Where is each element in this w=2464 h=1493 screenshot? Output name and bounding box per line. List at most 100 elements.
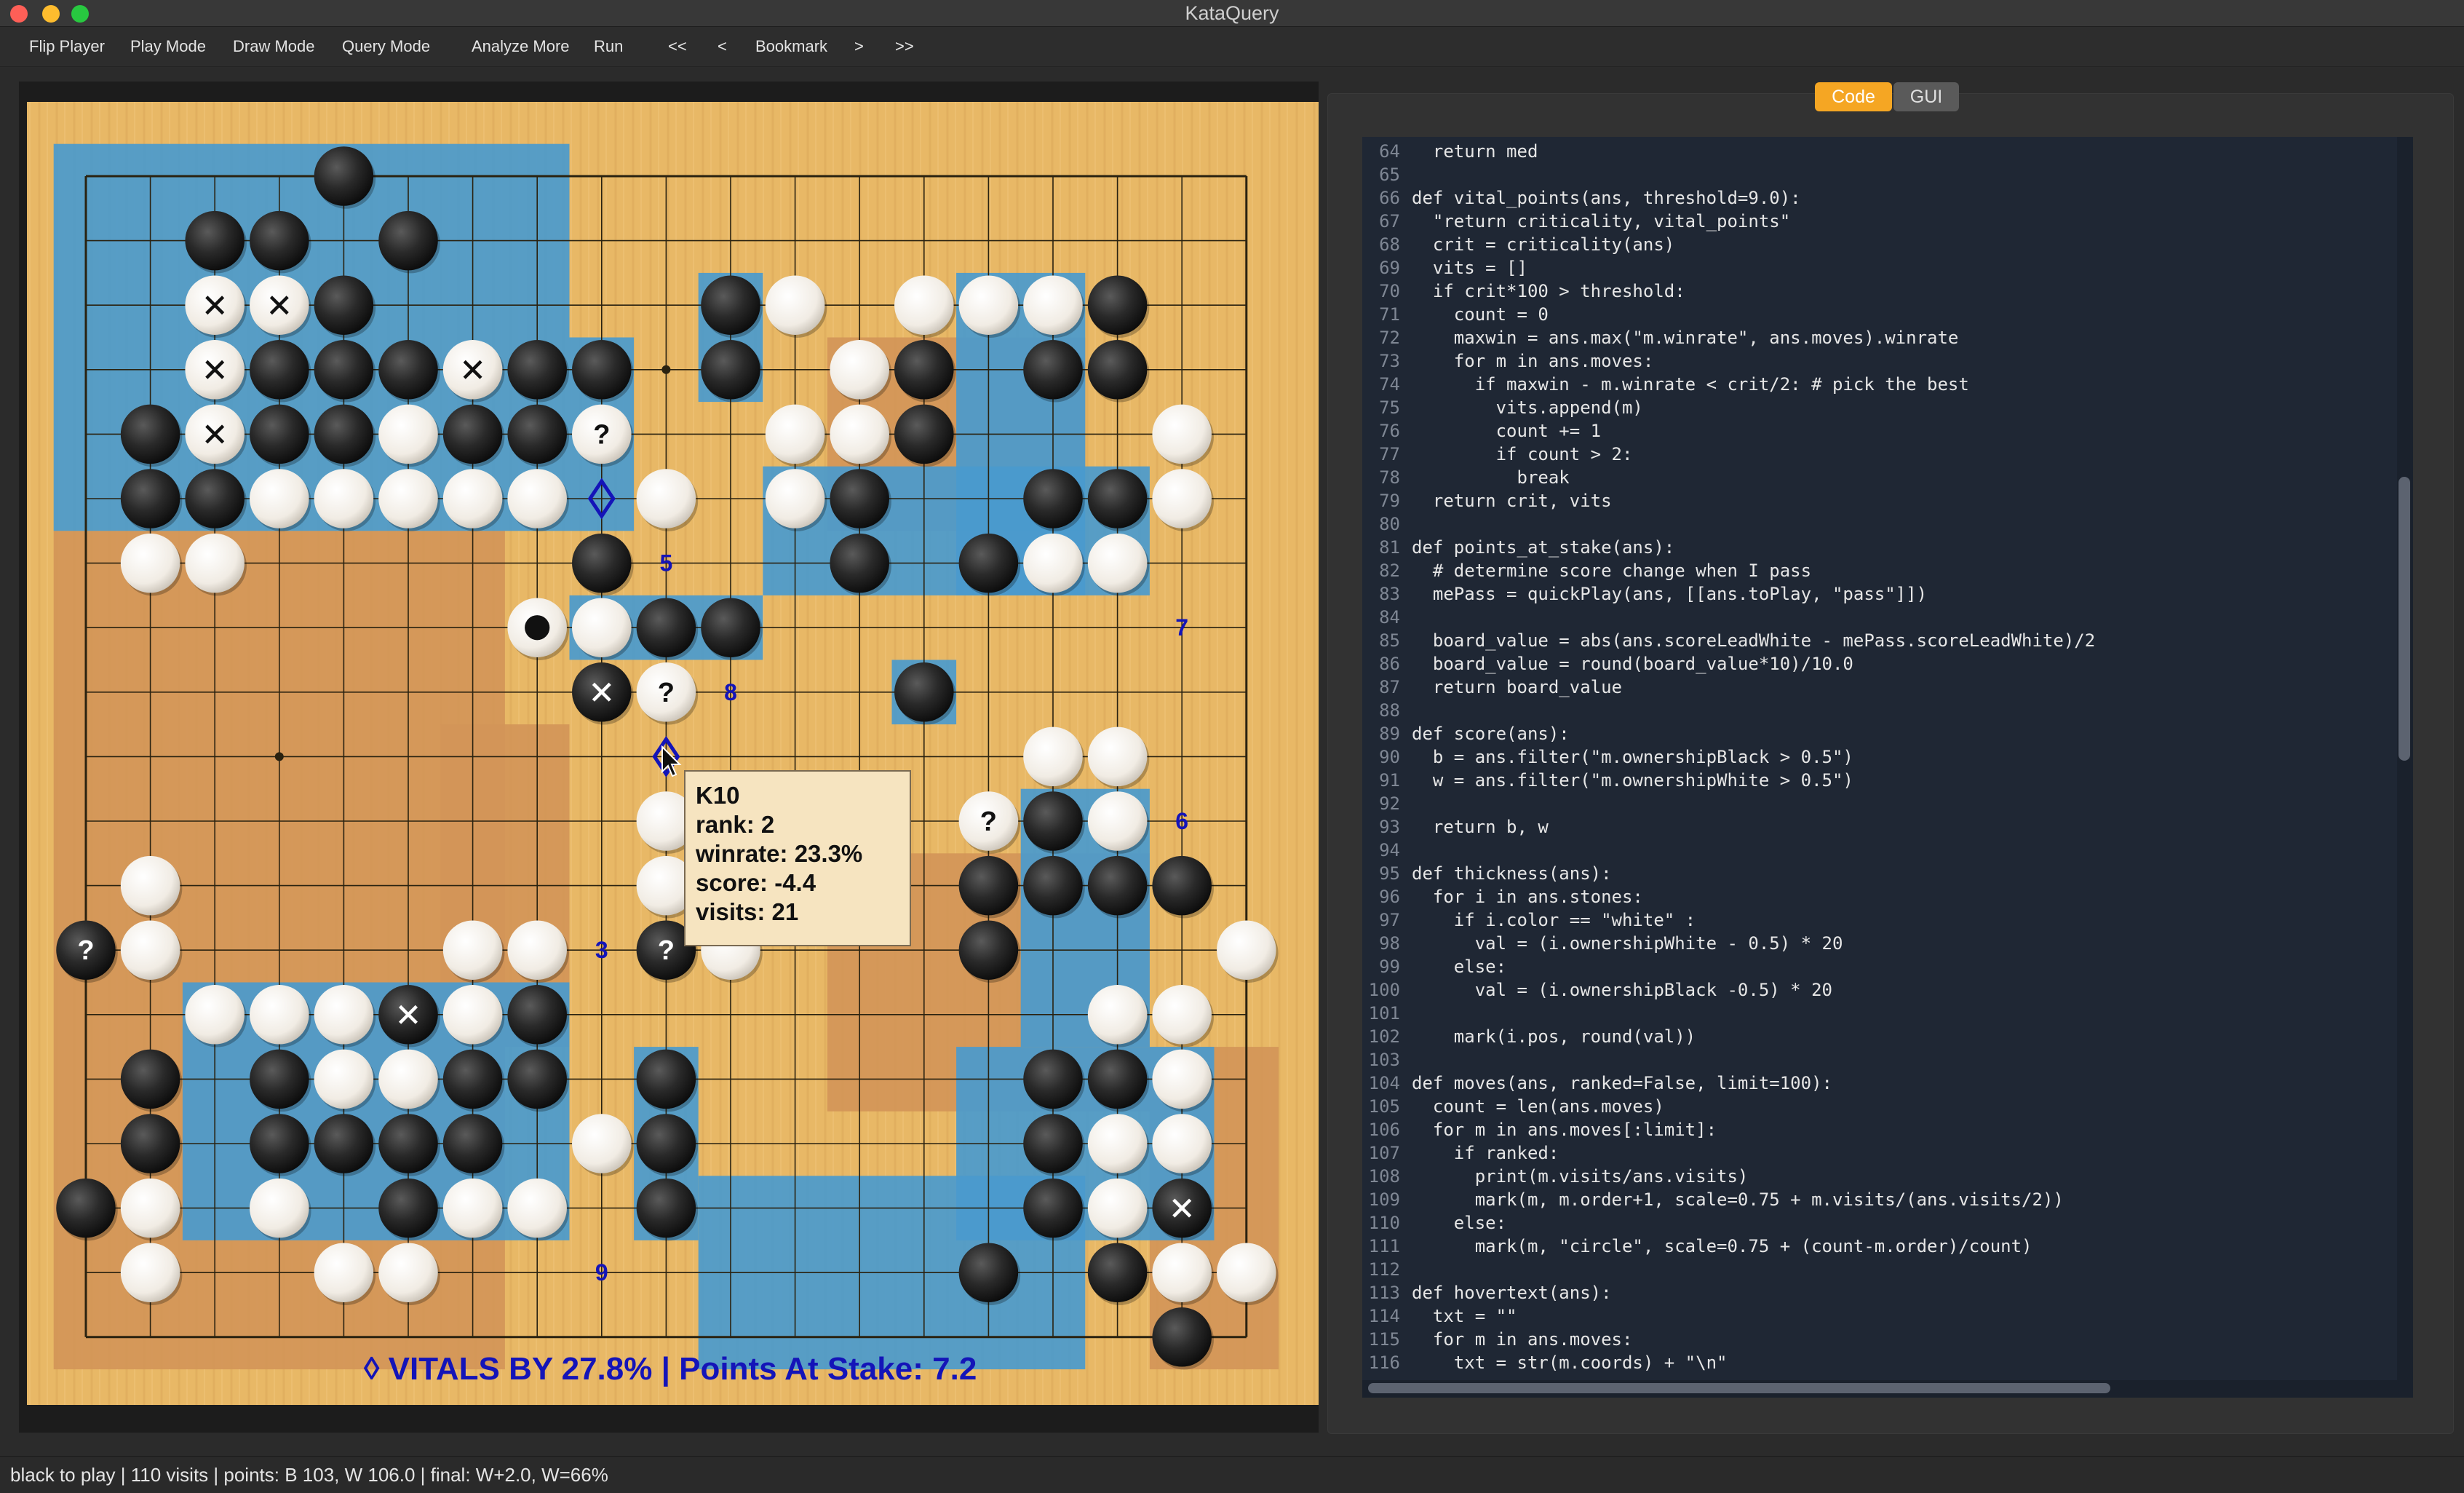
black-stone: [507, 404, 567, 464]
line-number: 65: [1379, 165, 1400, 185]
code-line: 97 if i.color == "white" :: [1362, 908, 1696, 932]
black-stone: [636, 598, 696, 657]
bookmark-button[interactable]: Bookmark: [750, 34, 833, 59]
black-stone: [314, 340, 374, 400]
tooltip-rank: rank: 2: [696, 811, 775, 838]
line-number: 80: [1379, 514, 1400, 534]
code-line: 88: [1362, 699, 1412, 722]
code-line: 91 w = ans.filter("m.ownershipWhite > 0.…: [1362, 769, 1853, 792]
tab-code[interactable]: Code: [1815, 82, 1892, 111]
code-line: 90 b = ans.filter("m.ownershipBlack > 0.…: [1362, 745, 1853, 769]
black-stone: [120, 1114, 180, 1173]
move-rank-label: 3: [595, 937, 608, 963]
black-stone: [1087, 340, 1148, 400]
white-stone: [636, 469, 696, 528]
code-text: return b, w: [1412, 817, 1549, 837]
code-text: if maxwin - m.winrate < crit/2: # pick t…: [1412, 374, 1969, 395]
line-number: 78: [1379, 467, 1400, 488]
previous-move-button[interactable]: <: [712, 34, 733, 59]
code-line: 110 else:: [1362, 1211, 1506, 1235]
black-stone: [894, 340, 954, 400]
tooltip-coord: K10: [696, 782, 740, 809]
code-text: mark(m, "circle", scale=0.75 + (count-m.…: [1412, 1236, 2032, 1256]
white-stone: [442, 985, 503, 1045]
white-stone: [507, 920, 567, 980]
white-stone: [958, 275, 1019, 335]
play-mode-button[interactable]: Play Mode: [124, 34, 212, 59]
editor-horizontal-scroll-thumb[interactable]: [1368, 1383, 2110, 1393]
black-stone: [185, 469, 245, 528]
tab-gui[interactable]: GUI: [1893, 82, 1959, 111]
editor-vertical-scroll-thumb[interactable]: [2399, 477, 2410, 761]
white-stone: [1152, 1114, 1212, 1173]
white-stone: [185, 985, 245, 1045]
flip-player-button[interactable]: Flip Player: [23, 34, 111, 59]
code-text: return board_value: [1412, 677, 1622, 697]
white-stone: [1087, 726, 1148, 787]
code-line: 86 board_value = round(board_value*10)/1…: [1362, 652, 1853, 676]
query-mode-button[interactable]: Query Mode: [336, 34, 436, 59]
code-line: 101: [1362, 1002, 1412, 1025]
code-text: for m in ans.moves:: [1412, 351, 1654, 371]
line-number: 112: [1368, 1259, 1400, 1280]
line-number: 108: [1368, 1166, 1400, 1187]
status-bar: black to play | 110 visits | points: B 1…: [0, 1456, 2464, 1493]
code-line: 65: [1362, 163, 1412, 186]
code-line: 112: [1362, 1258, 1412, 1281]
code-line: 70 if crit*100 > threshold:: [1362, 280, 1685, 303]
black-stone: [830, 533, 889, 593]
black-stone: [314, 146, 374, 206]
move-rank-label: 9: [595, 1259, 608, 1286]
black-stone: [958, 855, 1019, 916]
star-point: [661, 365, 671, 374]
line-number: 100: [1368, 980, 1400, 1000]
first-move-button[interactable]: <<: [662, 34, 693, 59]
white-stone: [314, 469, 374, 528]
black-stone: [378, 340, 438, 400]
white-stone: [830, 340, 889, 400]
black-stone: [250, 404, 309, 464]
white-stone: [314, 985, 374, 1045]
line-number: 102: [1368, 1026, 1400, 1047]
black-stone: [894, 662, 954, 722]
white-stone: [314, 1243, 374, 1302]
white-stone: [507, 469, 567, 528]
line-number: 90: [1379, 747, 1400, 767]
code-text: print(m.visits/ans.visits): [1412, 1166, 1749, 1187]
black-stone: [701, 275, 760, 335]
draw-mode-button[interactable]: Draw Mode: [227, 34, 320, 59]
black-stone: [56, 1178, 116, 1238]
analyze-more-button[interactable]: Analyze More: [466, 34, 576, 59]
last-move-button[interactable]: >>: [889, 34, 920, 59]
black-stone: [701, 598, 760, 657]
code-line: 115 for m in ans.moves:: [1362, 1328, 1633, 1351]
code-text: for i in ans.stones:: [1412, 887, 1643, 907]
move-rank-label: 5: [660, 550, 673, 577]
white-stone: [1217, 1243, 1276, 1302]
white-stone: [120, 1178, 180, 1238]
code-text: return crit, vits: [1412, 491, 1612, 511]
code-line: 69 vits = []: [1362, 256, 1527, 280]
white-stone: [765, 469, 825, 528]
line-number: 106: [1368, 1120, 1400, 1140]
code-text: def score(ans):: [1412, 724, 1570, 744]
code-editor[interactable]: 64 return med 65 66 def vital_points(ans, t…: [1362, 137, 2413, 1383]
code-line: 79 return crit, vits: [1362, 489, 1612, 512]
code-line: 96 for i in ans.stones:: [1362, 885, 1643, 908]
run-button[interactable]: Run: [588, 34, 629, 59]
code-text: crit = criticality(ans): [1412, 234, 1675, 255]
status-text: black to play | 110 visits | points: B 1…: [10, 1464, 608, 1486]
white-stone: [314, 1049, 374, 1109]
code-text: board_value = abs(ans.scoreLeadWhite - m…: [1412, 630, 2096, 651]
white-stone: [1087, 1114, 1148, 1173]
white-stone: [442, 920, 503, 980]
line-number: 86: [1379, 654, 1400, 674]
next-move-button[interactable]: >: [849, 34, 870, 59]
star-point: [274, 752, 284, 761]
line-number: 74: [1379, 374, 1400, 395]
line-number: 66: [1379, 188, 1400, 208]
white-stone: [185, 533, 245, 593]
last-move-marker: [525, 615, 550, 641]
line-number: 71: [1379, 304, 1400, 325]
black-stone: [378, 210, 438, 271]
